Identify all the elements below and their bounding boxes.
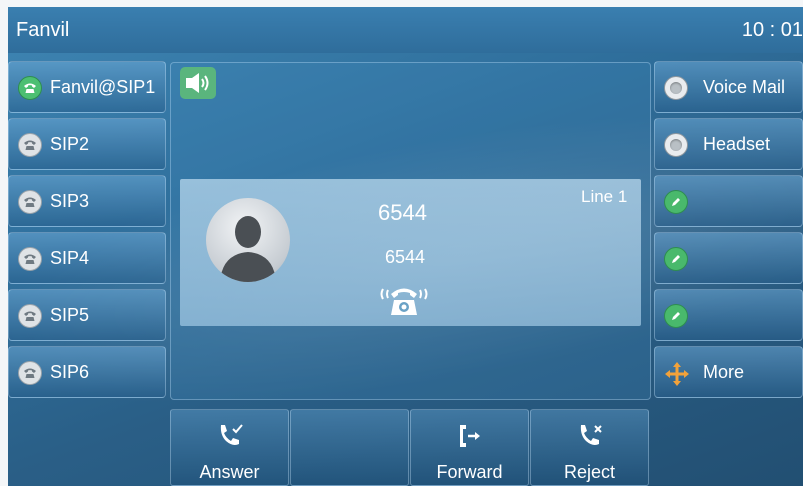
reject-call-icon (575, 422, 605, 455)
line-key-label: SIP2 (50, 134, 90, 154)
softkey-label: Answer (199, 462, 260, 482)
speaker-icon (180, 67, 216, 99)
phone-icon (18, 361, 42, 385)
softkey-label: Forward (436, 462, 503, 482)
line-key-1[interactable]: Fanvil@SIP1 (8, 61, 166, 113)
edit-pencil-icon (664, 304, 688, 328)
dss-key-label: Headset (703, 134, 771, 154)
move-arrows-icon (664, 361, 689, 386)
phone-icon (18, 133, 42, 157)
status-bar: Fanvil 10 : 01 (8, 7, 803, 53)
edit-pencil-icon (664, 190, 688, 214)
dss-key-3[interactable] (654, 175, 803, 227)
dss-key-more[interactable]: More (654, 346, 803, 398)
line-key-label: SIP3 (50, 191, 90, 211)
dss-key-4[interactable] (654, 232, 803, 284)
phone-screen: Fanvil 10 : 01 Fanvil@SIP1 SIP2 SIP3 SIP… (8, 7, 803, 486)
phone-icon (18, 76, 42, 100)
forward-call-icon (455, 422, 485, 455)
dss-key-label: Voice Mail (703, 77, 786, 97)
status-clock: 10 : 01 (741, 19, 803, 41)
dss-key-headset[interactable]: Headset (654, 118, 803, 170)
radio-icon (664, 133, 688, 157)
line-key-label: SIP5 (50, 305, 90, 325)
forward-button[interactable]: Forward (410, 409, 529, 486)
dss-key-5[interactable] (654, 289, 803, 341)
answer-button[interactable]: Answer (170, 409, 289, 486)
edit-pencil-icon (664, 247, 688, 271)
answer-call-icon (215, 422, 245, 455)
line-key-label: Fanvil@SIP1 (50, 77, 156, 97)
phone-icon (18, 247, 42, 271)
reject-button[interactable]: Reject (530, 409, 649, 486)
line-key-6[interactable]: SIP6 (8, 346, 166, 398)
ringing-phone-icon (377, 281, 431, 324)
phone-icon (18, 190, 42, 214)
line-key-3[interactable]: SIP3 (8, 175, 166, 227)
line-key-label: SIP6 (50, 362, 90, 382)
softkey-label: Reject (563, 462, 616, 482)
line-key-2[interactable]: SIP2 (8, 118, 166, 170)
phone-icon (18, 304, 42, 328)
caller-name: 6544 (378, 200, 427, 225)
caller-number: 6544 (385, 247, 426, 267)
contact-avatar (206, 198, 290, 282)
empty-softkey[interactable] (290, 409, 409, 486)
call-line-label: Line 1 (581, 187, 628, 206)
line-key-4[interactable]: SIP4 (8, 232, 166, 284)
status-title: Fanvil (16, 19, 70, 41)
line-key-5[interactable]: SIP5 (8, 289, 166, 341)
radio-icon (664, 76, 688, 100)
line-key-label: SIP4 (50, 248, 90, 268)
dss-key-label: More (703, 362, 745, 382)
dss-key-voicemail[interactable]: Voice Mail (654, 61, 803, 113)
